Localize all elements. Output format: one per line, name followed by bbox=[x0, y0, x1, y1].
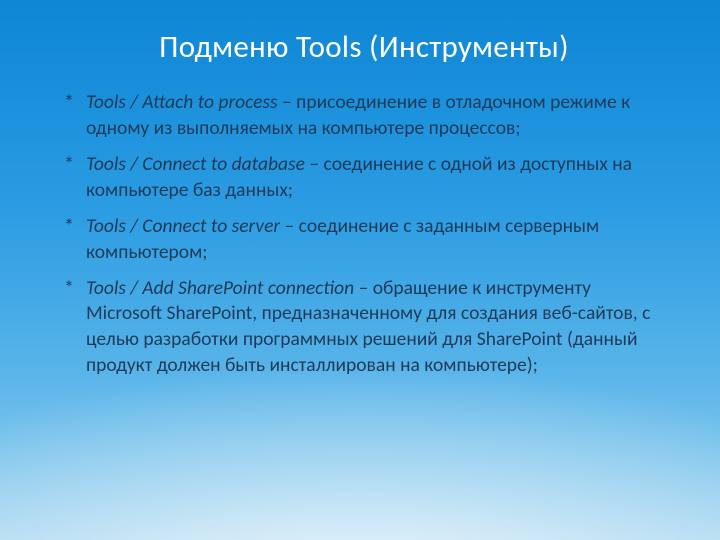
menu-path: Tools / Connect to server bbox=[86, 214, 280, 238]
list-item: Tools / Connect to server – соединение с… bbox=[64, 214, 664, 266]
bullet-list: Tools / Attach to process – присоединени… bbox=[64, 90, 664, 379]
menu-path: Tools / Attach to process bbox=[86, 90, 278, 114]
menu-path: Tools / Connect to database bbox=[86, 152, 305, 176]
list-item: Tools / Attach to process – присоединени… bbox=[64, 90, 664, 142]
menu-path: Tools / Add SharePoint connection bbox=[86, 276, 354, 300]
slide-title: Подменю Tools (Инструменты) bbox=[64, 28, 664, 66]
list-item: Tools / Connect to database – соединение… bbox=[64, 152, 664, 204]
slide: Подменю Tools (Инструменты) Tools / Atta… bbox=[0, 0, 720, 540]
list-item: Tools / Add SharePoint connection – обра… bbox=[64, 276, 664, 380]
